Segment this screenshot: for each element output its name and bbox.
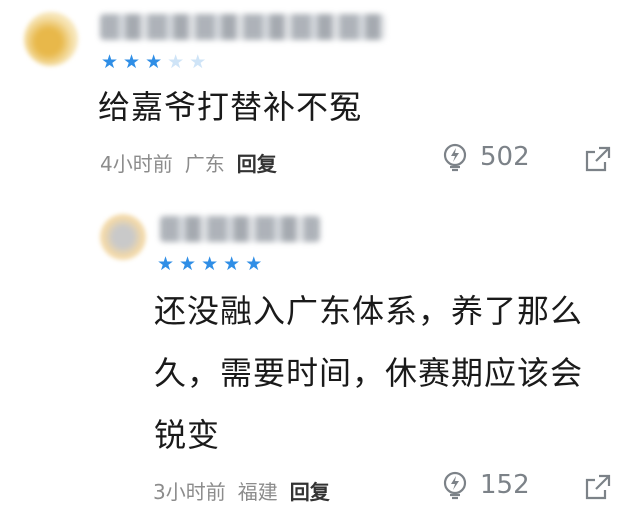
star-icon: ★: [101, 51, 119, 73]
like-count: 502: [480, 142, 530, 172]
comment-time: 4小时前: [100, 152, 173, 176]
star-icon: ★: [179, 253, 197, 275]
comment-location: 广东: [184, 152, 225, 176]
comment-meta: 4小时前 广东 回复: [100, 148, 277, 177]
star-icon: ★: [245, 253, 263, 275]
username-blurred[interactable]: [100, 14, 385, 40]
comment-meta: 3小时前 福建 回复: [153, 476, 330, 505]
like-button[interactable]: 152: [440, 470, 530, 500]
star-icon: ★: [189, 51, 207, 73]
comment-time: 3小时前: [153, 480, 226, 504]
comment-item: ★ ★ ★ ★ ★ 还没融入广东体系，养了那么久，需要时间，休赛期应该会锐变 3…: [0, 200, 636, 509]
reply-button[interactable]: 回复: [237, 148, 277, 177]
comment-location: 福建: [237, 480, 278, 504]
star-icon: ★: [167, 51, 185, 73]
star-icon: ★: [201, 253, 219, 275]
comment-item: ★ ★ ★ ★ ★ 给嘉爷打替补不冤 4小时前 广东 回复 502: [0, 0, 636, 200]
reply-button[interactable]: 回复: [290, 476, 330, 505]
star-icon: ★: [145, 51, 163, 73]
like-count: 152: [480, 470, 530, 500]
comment-text: 给嘉爷打替补不冤: [98, 88, 363, 126]
lightning-bulb-icon: [443, 471, 467, 500]
share-out-icon[interactable]: [583, 472, 613, 502]
like-button[interactable]: 502: [440, 142, 530, 172]
lightning-bulb-icon: [443, 143, 467, 172]
comment-text: 还没融入广东体系，养了那么久，需要时间，休赛期应该会锐变: [154, 292, 584, 454]
star-icon: ★: [223, 253, 241, 275]
username-blurred[interactable]: [160, 216, 320, 242]
rating-stars: ★ ★ ★ ★ ★: [101, 52, 206, 72]
avatar[interactable]: [100, 214, 146, 260]
star-icon: ★: [123, 51, 141, 73]
avatar[interactable]: [24, 12, 78, 66]
share-out-icon[interactable]: [583, 144, 613, 174]
rating-stars: ★ ★ ★ ★ ★: [157, 254, 262, 274]
star-icon: ★: [157, 253, 175, 275]
